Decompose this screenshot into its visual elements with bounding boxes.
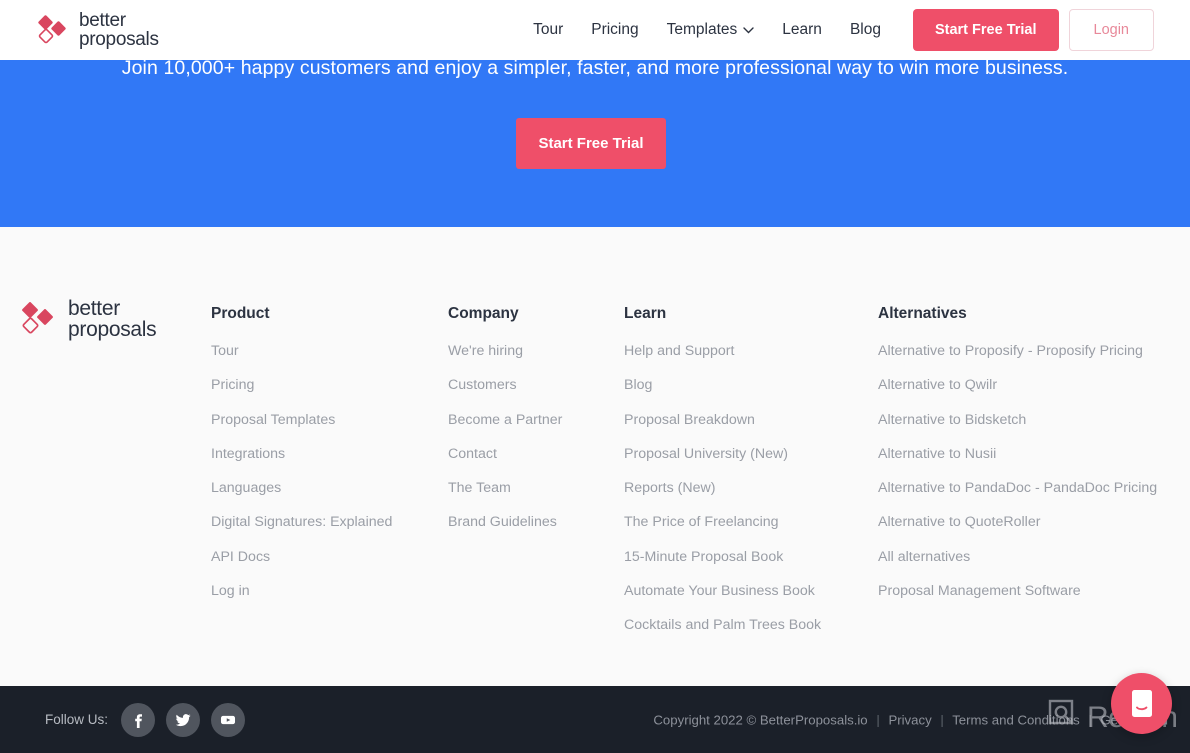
footer-link-alt-qwilr[interactable]: Alternative to Qwilr xyxy=(878,377,1157,393)
main-navigation: Tour Pricing Templates Learn Blog Start … xyxy=(519,0,1154,60)
footer-link-brand-guidelines[interactable]: Brand Guidelines xyxy=(448,514,562,530)
cta-headline: Join 10,000+ happy customers and enjoy a… xyxy=(121,57,1069,79)
footer-column-title: Learn xyxy=(624,305,667,322)
chevron-down-icon xyxy=(743,0,754,60)
cta-start-free-trial-button[interactable]: Start Free Trial xyxy=(516,118,666,169)
footer-column-title: Alternatives xyxy=(878,305,967,322)
logo-line-1: better xyxy=(68,297,120,320)
footer-link-proposal-university[interactable]: Proposal University (New) xyxy=(624,446,821,462)
footer-column-title: Company xyxy=(448,305,519,322)
footer-link-blog[interactable]: Blog xyxy=(624,377,821,393)
diamonds-logo-icon xyxy=(20,300,58,338)
follow-us-label: Follow Us: xyxy=(45,712,109,727)
footer-links-section: better proposals Product Tour Pricing Pr… xyxy=(0,227,1190,686)
footer-bottom-bar: Follow Us: Copyright 2022 © BetterPropos… xyxy=(0,686,1190,753)
facebook-icon[interactable] xyxy=(121,702,156,737)
footer-link-alt-proposify[interactable]: Alternative to Proposify - Proposify Pri… xyxy=(878,343,1157,359)
separator: | xyxy=(940,712,944,727)
footer-column-title: Product xyxy=(211,305,270,322)
footer-link-integrations[interactable]: Integrations xyxy=(211,446,392,462)
nav-item-blog[interactable]: Blog xyxy=(836,0,895,60)
footer-link-automate-your-business-book[interactable]: Automate Your Business Book xyxy=(624,583,821,599)
separator: | xyxy=(1088,712,1092,727)
footer-link-the-team[interactable]: The Team xyxy=(448,480,562,496)
footer-link-become-a-partner[interactable]: Become a Partner xyxy=(448,412,562,428)
footer-link-pricing[interactable]: Pricing xyxy=(211,377,392,393)
nav-item-templates-label: Templates xyxy=(666,21,738,38)
footer-logo[interactable]: better proposals xyxy=(20,297,157,342)
header-logo-wordmark: better proposals xyxy=(79,9,159,50)
footer-link-contact[interactable]: Contact xyxy=(448,446,562,462)
copyright-text: Copyright 2022 © BetterProposals.io | Pr… xyxy=(653,712,1168,727)
footer-link-tour[interactable]: Tour xyxy=(211,343,392,359)
footer-column-alternatives: Alternatives Alternative to Proposify - … xyxy=(878,305,1157,617)
youtube-icon[interactable] xyxy=(211,702,246,737)
separator: | xyxy=(876,712,880,727)
footer-link-cocktails-and-palm-trees-book[interactable]: Cocktails and Palm Trees Book xyxy=(624,617,821,633)
footer-link-alt-pandadoc[interactable]: Alternative to PandaDoc - PandaDoc Prici… xyxy=(878,480,1157,496)
footer-link-reports[interactable]: Reports (New) xyxy=(624,480,821,496)
nav-item-templates[interactable]: Templates xyxy=(653,0,769,60)
logo-line-1: better xyxy=(79,9,126,31)
footer-column-company: Company We're hiring Customers Become a … xyxy=(448,305,562,549)
footer-link-privacy[interactable]: Privacy xyxy=(888,712,931,727)
footer-link-customers[interactable]: Customers xyxy=(448,377,562,393)
footer-link-api-docs[interactable]: API Docs xyxy=(211,549,392,565)
header-logo[interactable]: better proposals xyxy=(36,9,159,50)
logo-line-2: proposals xyxy=(79,29,159,50)
footer-link-log-in[interactable]: Log in xyxy=(211,583,392,599)
footer-link-alt-quoteroller[interactable]: Alternative to QuoteRoller xyxy=(878,514,1157,530)
site-header: better proposals Tour Pricing Templates … xyxy=(0,0,1190,60)
footer-link-15-minute-proposal-book[interactable]: 15-Minute Proposal Book xyxy=(624,549,821,565)
nav-item-learn[interactable]: Learn xyxy=(768,0,836,60)
header-login-button[interactable]: Login xyxy=(1068,9,1154,51)
footer-link-alt-bidsketch[interactable]: Alternative to Bidsketch xyxy=(878,412,1157,428)
footer-link-proposal-management-software[interactable]: Proposal Management Software xyxy=(878,583,1157,599)
follow-us-group: Follow Us: xyxy=(45,702,246,737)
footer-link-help-and-support[interactable]: Help and Support xyxy=(624,343,821,359)
diamonds-logo-icon xyxy=(36,13,70,47)
footer-link-terms-and-conditions[interactable]: Terms and Conditions xyxy=(952,712,1080,727)
footer-link-proposal-breakdown[interactable]: Proposal Breakdown xyxy=(624,412,821,428)
chat-face-icon xyxy=(1131,689,1152,717)
footer-column-learn: Learn Help and Support Blog Proposal Bre… xyxy=(624,305,821,652)
footer-link-were-hiring[interactable]: We're hiring xyxy=(448,343,562,359)
footer-link-languages[interactable]: Languages xyxy=(211,480,392,496)
footer-link-price-of-freelancing[interactable]: The Price of Freelancing xyxy=(624,514,821,530)
footer-link-digital-signatures[interactable]: Digital Signatures: Explained xyxy=(211,514,392,530)
copyright-label: Copyright 2022 © BetterProposals.io xyxy=(653,712,868,727)
footer-link-proposal-templates[interactable]: Proposal Templates xyxy=(211,412,392,428)
header-start-free-trial-button[interactable]: Start Free Trial xyxy=(912,9,1059,51)
footer-link-all-alternatives[interactable]: All alternatives xyxy=(878,549,1157,565)
nav-item-pricing[interactable]: Pricing xyxy=(577,0,652,60)
twitter-icon[interactable] xyxy=(166,702,201,737)
footer-link-alt-nusii[interactable]: Alternative to Nusii xyxy=(878,446,1157,462)
logo-line-2: proposals xyxy=(68,318,157,342)
footer-column-product: Product Tour Pricing Proposal Templates … xyxy=(211,305,392,617)
nav-item-tour[interactable]: Tour xyxy=(519,0,577,60)
footer-logo-wordmark: better proposals xyxy=(68,297,157,342)
intercom-chat-button[interactable] xyxy=(1111,673,1172,734)
page-root: Join 10,000+ happy customers and enjoy a… xyxy=(0,0,1190,753)
